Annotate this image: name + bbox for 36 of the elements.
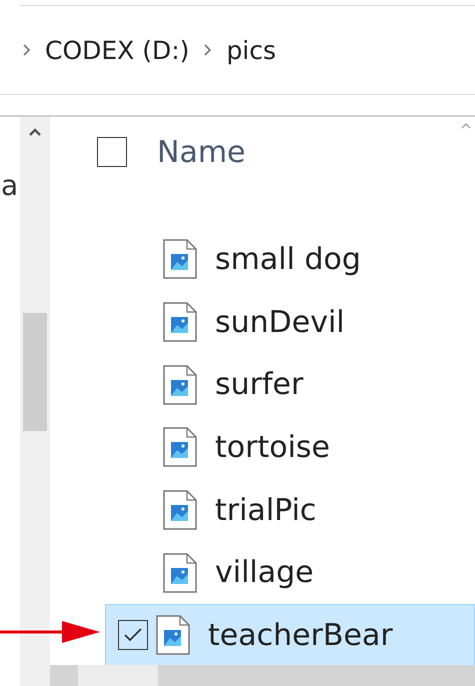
select-all-checkbox[interactable] xyxy=(97,137,127,167)
file-row[interactable]: trialPic xyxy=(50,478,475,542)
file-row[interactable]: village xyxy=(50,541,475,604)
file-name: tortoise xyxy=(215,430,330,465)
image-file-icon xyxy=(163,302,197,342)
chevron-icon xyxy=(203,43,212,57)
file-name: small dog xyxy=(215,242,361,277)
image-file-icon xyxy=(156,615,190,656)
breadcrumb-item[interactable]: pics xyxy=(226,36,276,64)
file-row[interactable]: small dog xyxy=(50,228,475,291)
file-name: teacherBear xyxy=(208,618,393,653)
image-file-icon xyxy=(163,364,197,405)
file-name: trialPic xyxy=(215,492,316,528)
vertical-scrollbar[interactable] xyxy=(20,117,50,686)
file-row[interactable]: surfer xyxy=(50,353,475,416)
column-label: Name xyxy=(157,134,246,170)
image-file-icon xyxy=(163,490,197,530)
checkmark-icon xyxy=(123,627,143,644)
horizontal-scrollbar[interactable] xyxy=(50,665,475,686)
file-name: surfer xyxy=(215,367,304,402)
image-file-icon xyxy=(163,239,197,280)
nav-item-text: a xyxy=(1,169,20,202)
scroll-up-icon[interactable] xyxy=(28,127,42,137)
breadcrumb-item[interactable]: CODEX (D:) xyxy=(45,36,190,64)
row-checkbox[interactable] xyxy=(118,620,148,650)
image-file-icon xyxy=(163,427,197,468)
file-row[interactable]: sunDevil xyxy=(50,290,475,354)
file-name: village xyxy=(215,555,314,590)
column-header[interactable]: Name xyxy=(50,117,475,187)
file-name: sunDevil xyxy=(215,304,345,340)
file-row[interactable]: tortoise xyxy=(50,416,475,479)
image-file-icon xyxy=(163,552,197,593)
scrollbar-thumb[interactable] xyxy=(23,313,47,431)
file-row[interactable]: teacherBear xyxy=(105,604,475,665)
sort-caret-icon xyxy=(461,123,471,129)
chevron-icon xyxy=(22,43,31,57)
